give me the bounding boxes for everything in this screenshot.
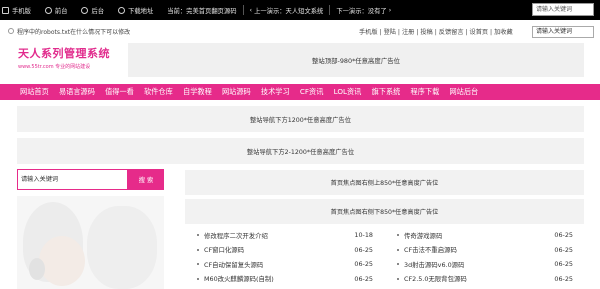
bullet-icon bbox=[397, 263, 399, 266]
nav-item-site-source[interactable]: 网站源码 bbox=[222, 87, 251, 97]
top-ad-slot[interactable]: 整站顶部-980*任意高度广告位 bbox=[128, 43, 584, 77]
image-face bbox=[39, 236, 85, 286]
nav-item-systems[interactable]: 旗下系统 bbox=[372, 87, 401, 97]
nav-ad-slot-1[interactable]: 整站导航下方1200*任意高度广告位 bbox=[17, 106, 584, 132]
list-item[interactable]: 修改程序二次开发介绍 10-18 bbox=[194, 228, 381, 243]
list-item-title: CF2.5.0无限背包源码 bbox=[404, 275, 467, 284]
nav-item-tech[interactable]: 技术学习 bbox=[261, 87, 290, 97]
topbar-download-label: 下载地址 bbox=[128, 7, 154, 15]
home-icon bbox=[44, 6, 52, 14]
nav-ad-slot-2[interactable]: 整站导航下方2-1200*任意高度广告位 bbox=[17, 138, 584, 164]
list-item-date: 06-25 bbox=[354, 274, 373, 283]
focus-image[interactable] bbox=[17, 196, 164, 289]
nav-item-software[interactable]: 软件仓库 bbox=[144, 87, 173, 97]
next-value: 没有了 bbox=[367, 7, 387, 15]
topbar-download-link[interactable]: 下载地址 bbox=[118, 0, 153, 20]
logo-subtitle: www.55tr.com 专业的网站建设 bbox=[18, 64, 91, 70]
download-icon bbox=[118, 6, 126, 14]
main-nav: 网站首页 易语言源码 值得一看 软件仓库 自学教程 网站源码 技术学习 CF资讯… bbox=[0, 84, 600, 100]
list-item[interactable]: 传奇游戏源码 06-25 bbox=[394, 228, 581, 243]
focus-right-top-ad[interactable]: 首页焦点图右侧上850*任意高度广告位 bbox=[185, 170, 584, 195]
topbar-home-link[interactable]: 前台 bbox=[44, 0, 68, 20]
list-item-date: 06-25 bbox=[554, 231, 573, 240]
top-bar: 手机版 前台 后台 下载地址 当前： 完美首页翻页源码 ‹ 上一演示： 天人短文… bbox=[0, 0, 600, 20]
topbar-mobile-link[interactable]: 手机版 bbox=[2, 0, 31, 20]
bullet-icon bbox=[397, 234, 399, 237]
list-item-date: 06-25 bbox=[554, 260, 573, 269]
list-item-date: 06-25 bbox=[354, 245, 373, 254]
list-item-date: 06-25 bbox=[554, 245, 573, 254]
topbar-search-input[interactable]: 请输入关键词 bbox=[532, 3, 594, 16]
list-item-title: CF窗口化源码 bbox=[204, 246, 245, 255]
chevron-right-icon: › bbox=[388, 6, 392, 14]
current-prefix: 当前： bbox=[167, 7, 187, 15]
list-item-date: 06-25 bbox=[554, 274, 573, 283]
current-page: 完美首页翻页源码 bbox=[186, 7, 237, 15]
bullet-icon bbox=[197, 248, 199, 251]
notice-link[interactable]: 程序中的robots.txt在什么情况下可以修改 bbox=[17, 27, 130, 36]
article-list-right: 传奇游戏源码 06-25 CF击法不重启源码 06-25 3d射击源码v6.0源码 0… bbox=[394, 228, 581, 286]
mobile-icon bbox=[2, 6, 9, 14]
topbar-admin-link[interactable]: 后台 bbox=[81, 0, 104, 20]
nav-item-tutorials[interactable]: 自学教程 bbox=[183, 87, 212, 97]
divider bbox=[242, 5, 244, 15]
list-item-date: 10-18 bbox=[354, 231, 373, 240]
list-item-title: CF击法不重启源码 bbox=[404, 246, 457, 255]
sidebar-search-button[interactable]: 搜 索 bbox=[128, 169, 164, 190]
list-item[interactable]: CF自动保留复头源码 06-25 bbox=[194, 257, 381, 272]
bell-icon bbox=[8, 28, 14, 34]
nav-item-worth-seeing[interactable]: 值得一看 bbox=[105, 87, 134, 97]
nav-item-cf-news[interactable]: CF资讯 bbox=[300, 87, 324, 97]
current-demo: 当前： 完美首页翻页源码 bbox=[167, 0, 236, 20]
next-label: 下一演示： bbox=[336, 7, 368, 15]
prev-label: 上一演示： bbox=[254, 7, 286, 15]
nav-item-home[interactable]: 网站首页 bbox=[20, 87, 49, 97]
bullet-icon bbox=[397, 248, 399, 251]
list-item[interactable]: 3d射击源码v6.0源码 06-25 bbox=[394, 257, 581, 272]
list-item-title: CF自动保留复头源码 bbox=[204, 260, 264, 269]
chevron-left-icon: ‹ bbox=[249, 6, 253, 14]
nav-item-download[interactable]: 程序下载 bbox=[411, 87, 440, 97]
admin-icon bbox=[81, 6, 89, 14]
focus-right-bottom-ad[interactable]: 首页焦点图右侧下850*任意高度广告位 bbox=[185, 199, 584, 224]
nav-item-lol-news[interactable]: LOL资讯 bbox=[334, 87, 362, 97]
list-item[interactable]: CF击法不重启源码 06-25 bbox=[394, 243, 581, 258]
prev-value: 天人短文系统 bbox=[285, 7, 324, 15]
site-logo[interactable]: 天人系列管理系统 www.55tr.com 专业的网站建设 bbox=[18, 45, 122, 76]
list-item-title: M60改火麒麟源码(自制) bbox=[204, 275, 274, 284]
nav-item-admin[interactable]: 网站后台 bbox=[449, 87, 478, 97]
user-links[interactable]: 手机版 | 登陆 | 注册 | 投稿 | 反馈留言 | 设首页 | 加收藏 bbox=[359, 27, 513, 36]
prev-demo-link[interactable]: ‹ 上一演示： 天人短文系统 bbox=[250, 0, 324, 20]
list-item-title: 传奇游戏源码 bbox=[404, 231, 443, 240]
topbar-home-label: 前台 bbox=[54, 7, 68, 15]
list-item-title: 修改程序二次开发介绍 bbox=[204, 231, 268, 240]
list-item[interactable]: M60改火麒麟源码(自制) 06-25 bbox=[194, 272, 381, 287]
image-hair-right bbox=[87, 206, 157, 289]
nav-item-easy-lang[interactable]: 易语言源码 bbox=[59, 87, 95, 97]
bullet-icon bbox=[197, 263, 199, 266]
sidebar-search: 请输入关键词 搜 索 bbox=[17, 169, 164, 190]
header-search-input[interactable]: 请输入关键词 bbox=[532, 26, 594, 38]
headphone-icon bbox=[29, 258, 45, 280]
sidebar-search-input[interactable]: 请输入关键词 bbox=[17, 169, 128, 190]
bullet-icon bbox=[197, 277, 199, 280]
list-item[interactable]: CF窗口化源码 06-25 bbox=[194, 243, 381, 258]
article-list-left: 修改程序二次开发介绍 10-18 CF窗口化源码 06-25 CF自动保留复头源码 0… bbox=[194, 228, 381, 286]
bullet-icon bbox=[397, 277, 399, 280]
list-item[interactable]: CF2.5.0无限背包源码 06-25 bbox=[394, 272, 581, 287]
divider bbox=[329, 5, 331, 15]
topbar-admin-label: 后台 bbox=[91, 7, 105, 15]
next-demo-link[interactable]: 下一演示： 没有了 › bbox=[336, 0, 391, 20]
list-item-title: 3d射击源码v6.0源码 bbox=[404, 260, 465, 269]
list-item-date: 06-25 bbox=[354, 260, 373, 269]
logo-title: 天人系列管理系统 bbox=[18, 47, 110, 60]
bullet-icon bbox=[197, 234, 199, 237]
topbar-mobile-label: 手机版 bbox=[12, 7, 31, 15]
